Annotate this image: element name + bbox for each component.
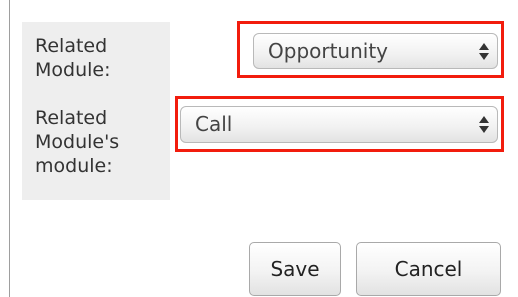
related-submodule-select[interactable]: Call bbox=[180, 106, 498, 143]
up-down-arrows-icon bbox=[479, 43, 489, 61]
related-module-label: Related Module: bbox=[35, 35, 111, 81]
related-module-select[interactable]: Opportunity bbox=[253, 33, 498, 69]
related-module-selected-value: Opportunity bbox=[268, 39, 389, 63]
related-submodule-label: Related Module's module: bbox=[35, 107, 120, 177]
up-down-arrows-icon bbox=[479, 116, 489, 134]
cancel-button[interactable]: Cancel bbox=[356, 242, 501, 296]
related-submodule-selected-value: Call bbox=[195, 112, 233, 136]
save-button[interactable]: Save bbox=[249, 242, 341, 296]
